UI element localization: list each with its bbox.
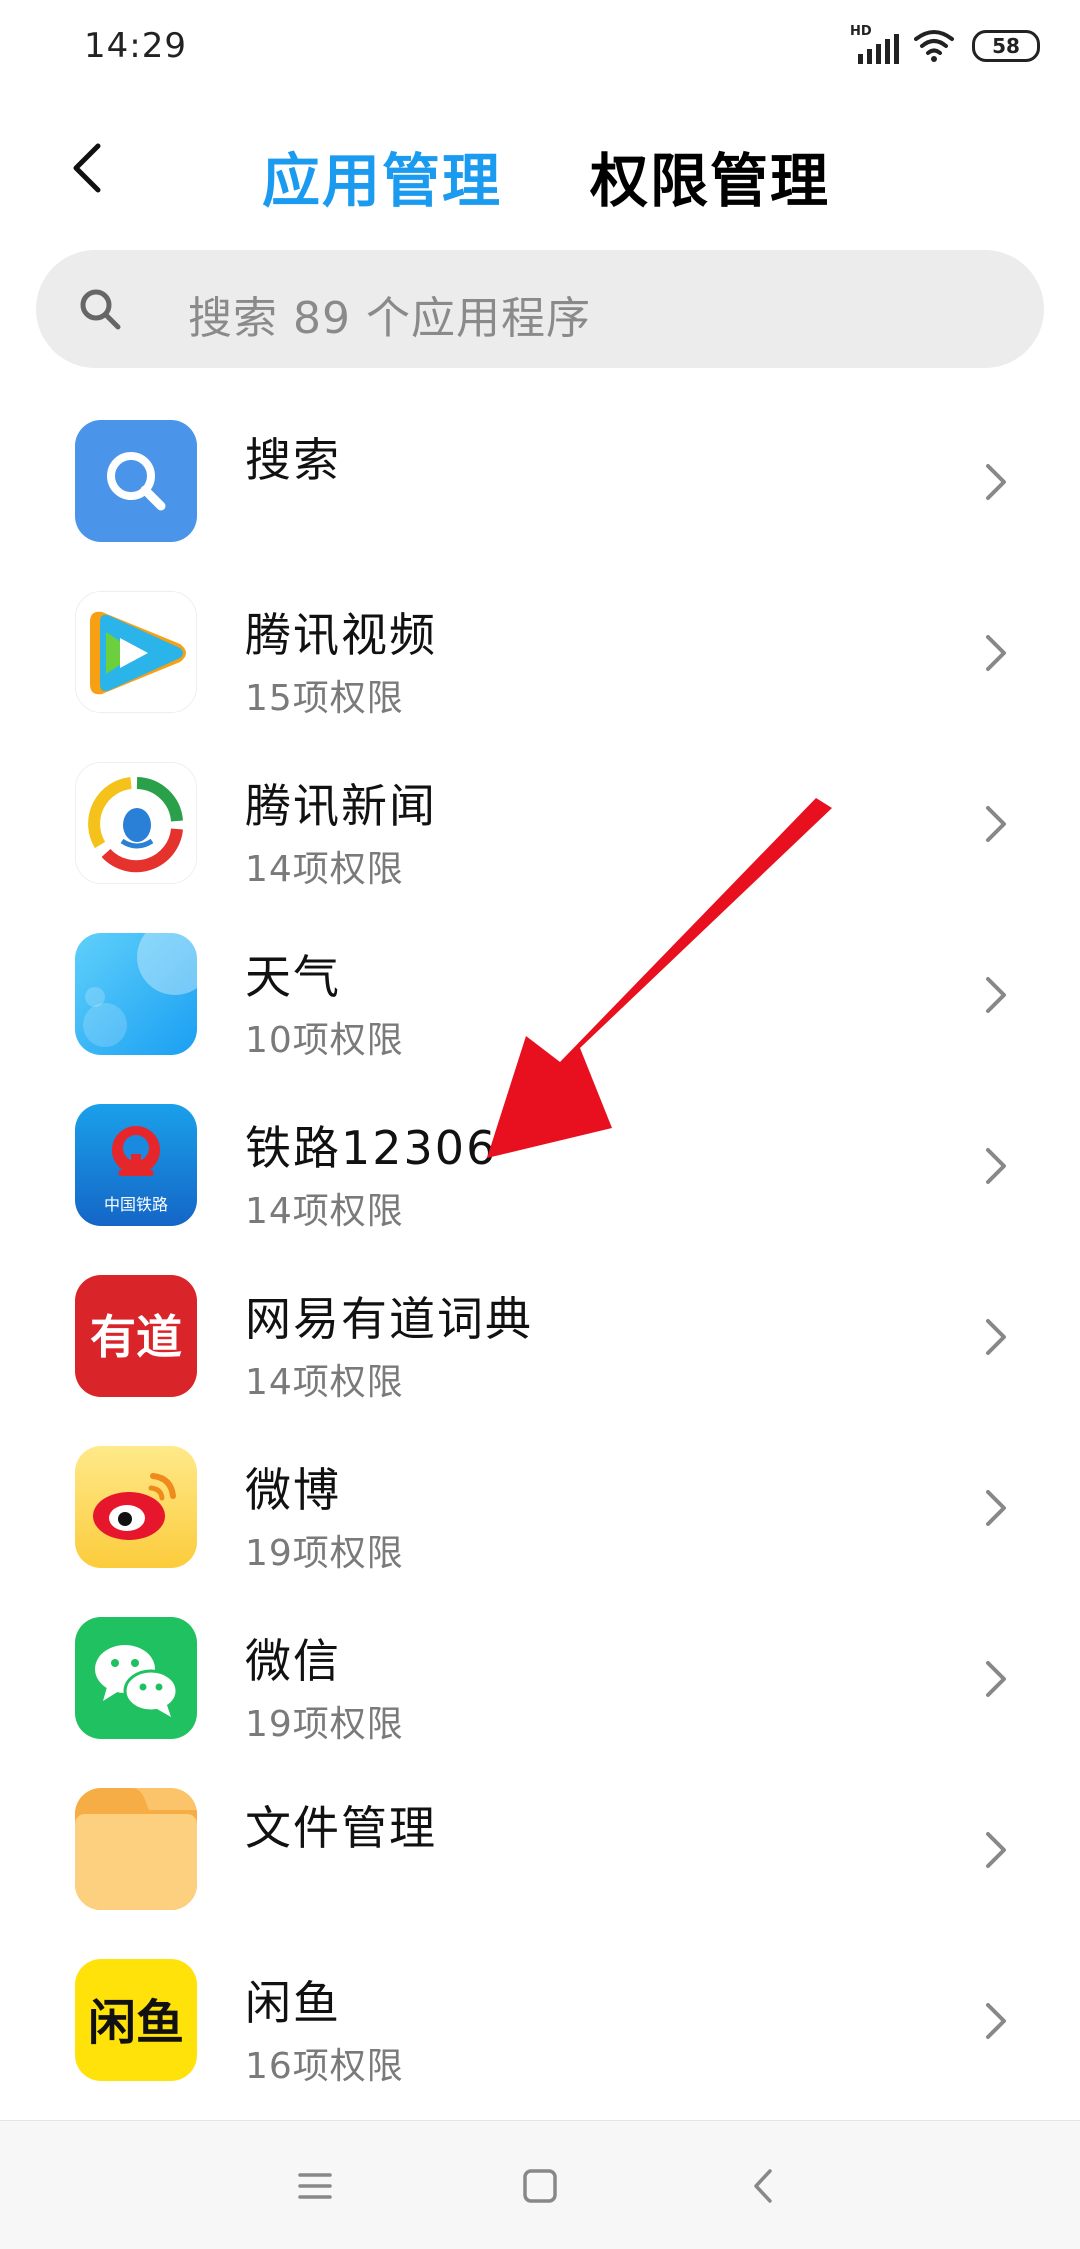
app-row-file-manager[interactable]: 文件管理	[0, 1766, 1080, 1937]
app-row-tencent-news[interactable]: 腾讯新闻 14项权限	[0, 740, 1080, 911]
app-permission-count: 14项权限	[245, 849, 404, 890]
chevron-right-icon	[986, 977, 1006, 1013]
app-permission-count: 19项权限	[245, 1704, 404, 1745]
battery-indicator: 58	[972, 30, 1040, 62]
wifi-icon	[914, 30, 954, 62]
chevron-right-icon	[986, 1490, 1006, 1526]
app-row-youdao-dict[interactable]: 有道 网易有道词典 14项权限	[0, 1253, 1080, 1424]
app-name: 文件管理	[245, 1801, 437, 1855]
app-name: 搜索	[245, 433, 341, 487]
tencent-video-icon	[75, 591, 197, 713]
railway-icon-label: 中国铁路	[104, 1195, 168, 1214]
status-icons: HD 58	[850, 24, 1040, 66]
app-row-wechat[interactable]: 微信 19项权限	[0, 1595, 1080, 1766]
app-name: 微博	[245, 1463, 341, 1517]
app-row-weather[interactable]: 天气 10项权限	[0, 911, 1080, 1082]
status-bar: 14:29 HD 58	[0, 0, 1080, 100]
cellular-signal-icon: HD	[850, 24, 899, 66]
status-time: 14:29	[84, 26, 187, 66]
search-placeholder: 搜索 89 个应用程序	[188, 293, 591, 344]
app-permission-count: 14项权限	[245, 1191, 404, 1232]
chevron-right-icon	[986, 2003, 1006, 2039]
tencent-news-icon	[75, 762, 197, 884]
nav-back-icon[interactable]	[740, 2161, 790, 2211]
tab-app-management[interactable]: 应用管理	[262, 134, 502, 218]
header: 应用管理 权限管理	[0, 110, 1080, 230]
railway-12306-icon: 中国铁路	[75, 1104, 197, 1226]
app-row-xianyu[interactable]: 闲鱼 闲鱼 16项权限	[0, 1937, 1080, 2108]
search-input[interactable]: 搜索 89 个应用程序	[36, 250, 1044, 368]
app-permission-count: 15项权限	[245, 678, 404, 719]
app-name: 腾讯新闻	[245, 779, 437, 833]
chevron-right-icon	[986, 1661, 1006, 1697]
app-permission-count: 19项权限	[245, 1533, 404, 1574]
app-name: 微信	[245, 1634, 341, 1688]
app-permission-count: 14项权限	[245, 1362, 404, 1403]
search-app-icon	[75, 420, 197, 542]
chevron-right-icon	[986, 635, 1006, 671]
navigation-bar	[0, 2120, 1080, 2249]
weibo-icon	[75, 1446, 197, 1568]
app-name: 网易有道词典	[245, 1292, 533, 1346]
youdao-icon-label: 有道	[90, 1310, 182, 1364]
app-name: 铁路12306	[245, 1121, 498, 1175]
xianyu-icon: 闲鱼	[75, 1959, 197, 2081]
file-manager-icon	[75, 1788, 197, 1910]
app-list: 搜索 腾讯视频 15项权限 腾讯新闻 14项权限 天气 10项权限 中国铁路 铁…	[0, 398, 1080, 2108]
chevron-right-icon	[986, 1148, 1006, 1184]
menu-icon[interactable]	[290, 2161, 340, 2211]
chevron-right-icon	[986, 464, 1006, 500]
app-name: 腾讯视频	[245, 608, 437, 662]
chevron-right-icon	[986, 806, 1006, 842]
back-button[interactable]	[60, 138, 120, 198]
app-name: 闲鱼	[245, 1976, 341, 2030]
home-icon[interactable]	[515, 2161, 565, 2211]
app-row-tencent-video[interactable]: 腾讯视频 15项权限	[0, 569, 1080, 740]
app-row-weibo[interactable]: 微博 19项权限	[0, 1424, 1080, 1595]
app-name: 天气	[245, 950, 341, 1004]
chevron-right-icon	[986, 1832, 1006, 1868]
app-row-railway-12306[interactable]: 中国铁路 铁路12306 14项权限	[0, 1082, 1080, 1253]
youdao-dict-icon: 有道	[75, 1275, 197, 1397]
xianyu-icon-label: 闲鱼	[88, 1995, 184, 2051]
tab-permission-management[interactable]: 权限管理	[590, 134, 830, 218]
app-permission-count: 10项权限	[245, 1020, 404, 1061]
chevron-right-icon	[986, 1319, 1006, 1355]
app-row-search[interactable]: 搜索	[0, 398, 1080, 569]
wechat-icon	[75, 1617, 197, 1739]
search-icon	[80, 289, 121, 330]
weather-icon	[75, 933, 197, 1055]
app-permission-count: 16项权限	[245, 2046, 404, 2087]
